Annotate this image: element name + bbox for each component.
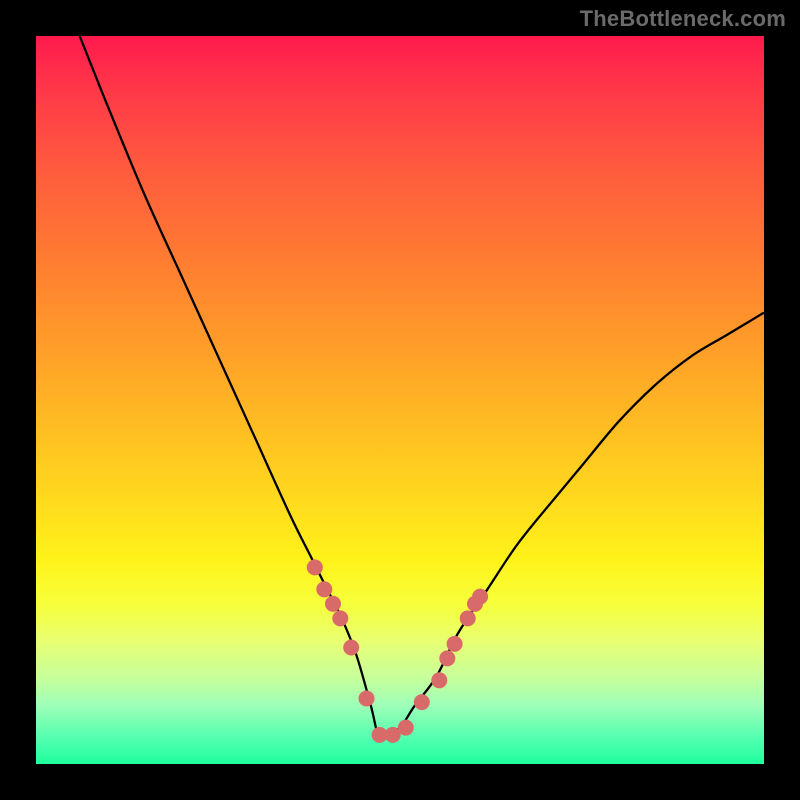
sample-dot	[414, 694, 430, 710]
curve-layer	[36, 36, 764, 764]
plot-area	[36, 36, 764, 764]
sample-dot	[439, 650, 455, 666]
sample-dots	[307, 559, 488, 743]
sample-dot	[332, 610, 348, 626]
sample-dot	[307, 559, 323, 575]
bottleneck-curve	[80, 36, 764, 737]
sample-dot	[343, 640, 359, 656]
sample-dot	[431, 672, 447, 688]
sample-dot	[472, 589, 488, 605]
sample-dot	[359, 691, 375, 707]
sample-dot	[316, 581, 332, 597]
watermark-text: TheBottleneck.com	[580, 6, 786, 32]
sample-dot	[447, 636, 463, 652]
chart-frame: TheBottleneck.com	[0, 0, 800, 800]
sample-dot	[325, 596, 341, 612]
sample-dot	[460, 610, 476, 626]
sample-dot	[398, 720, 414, 736]
